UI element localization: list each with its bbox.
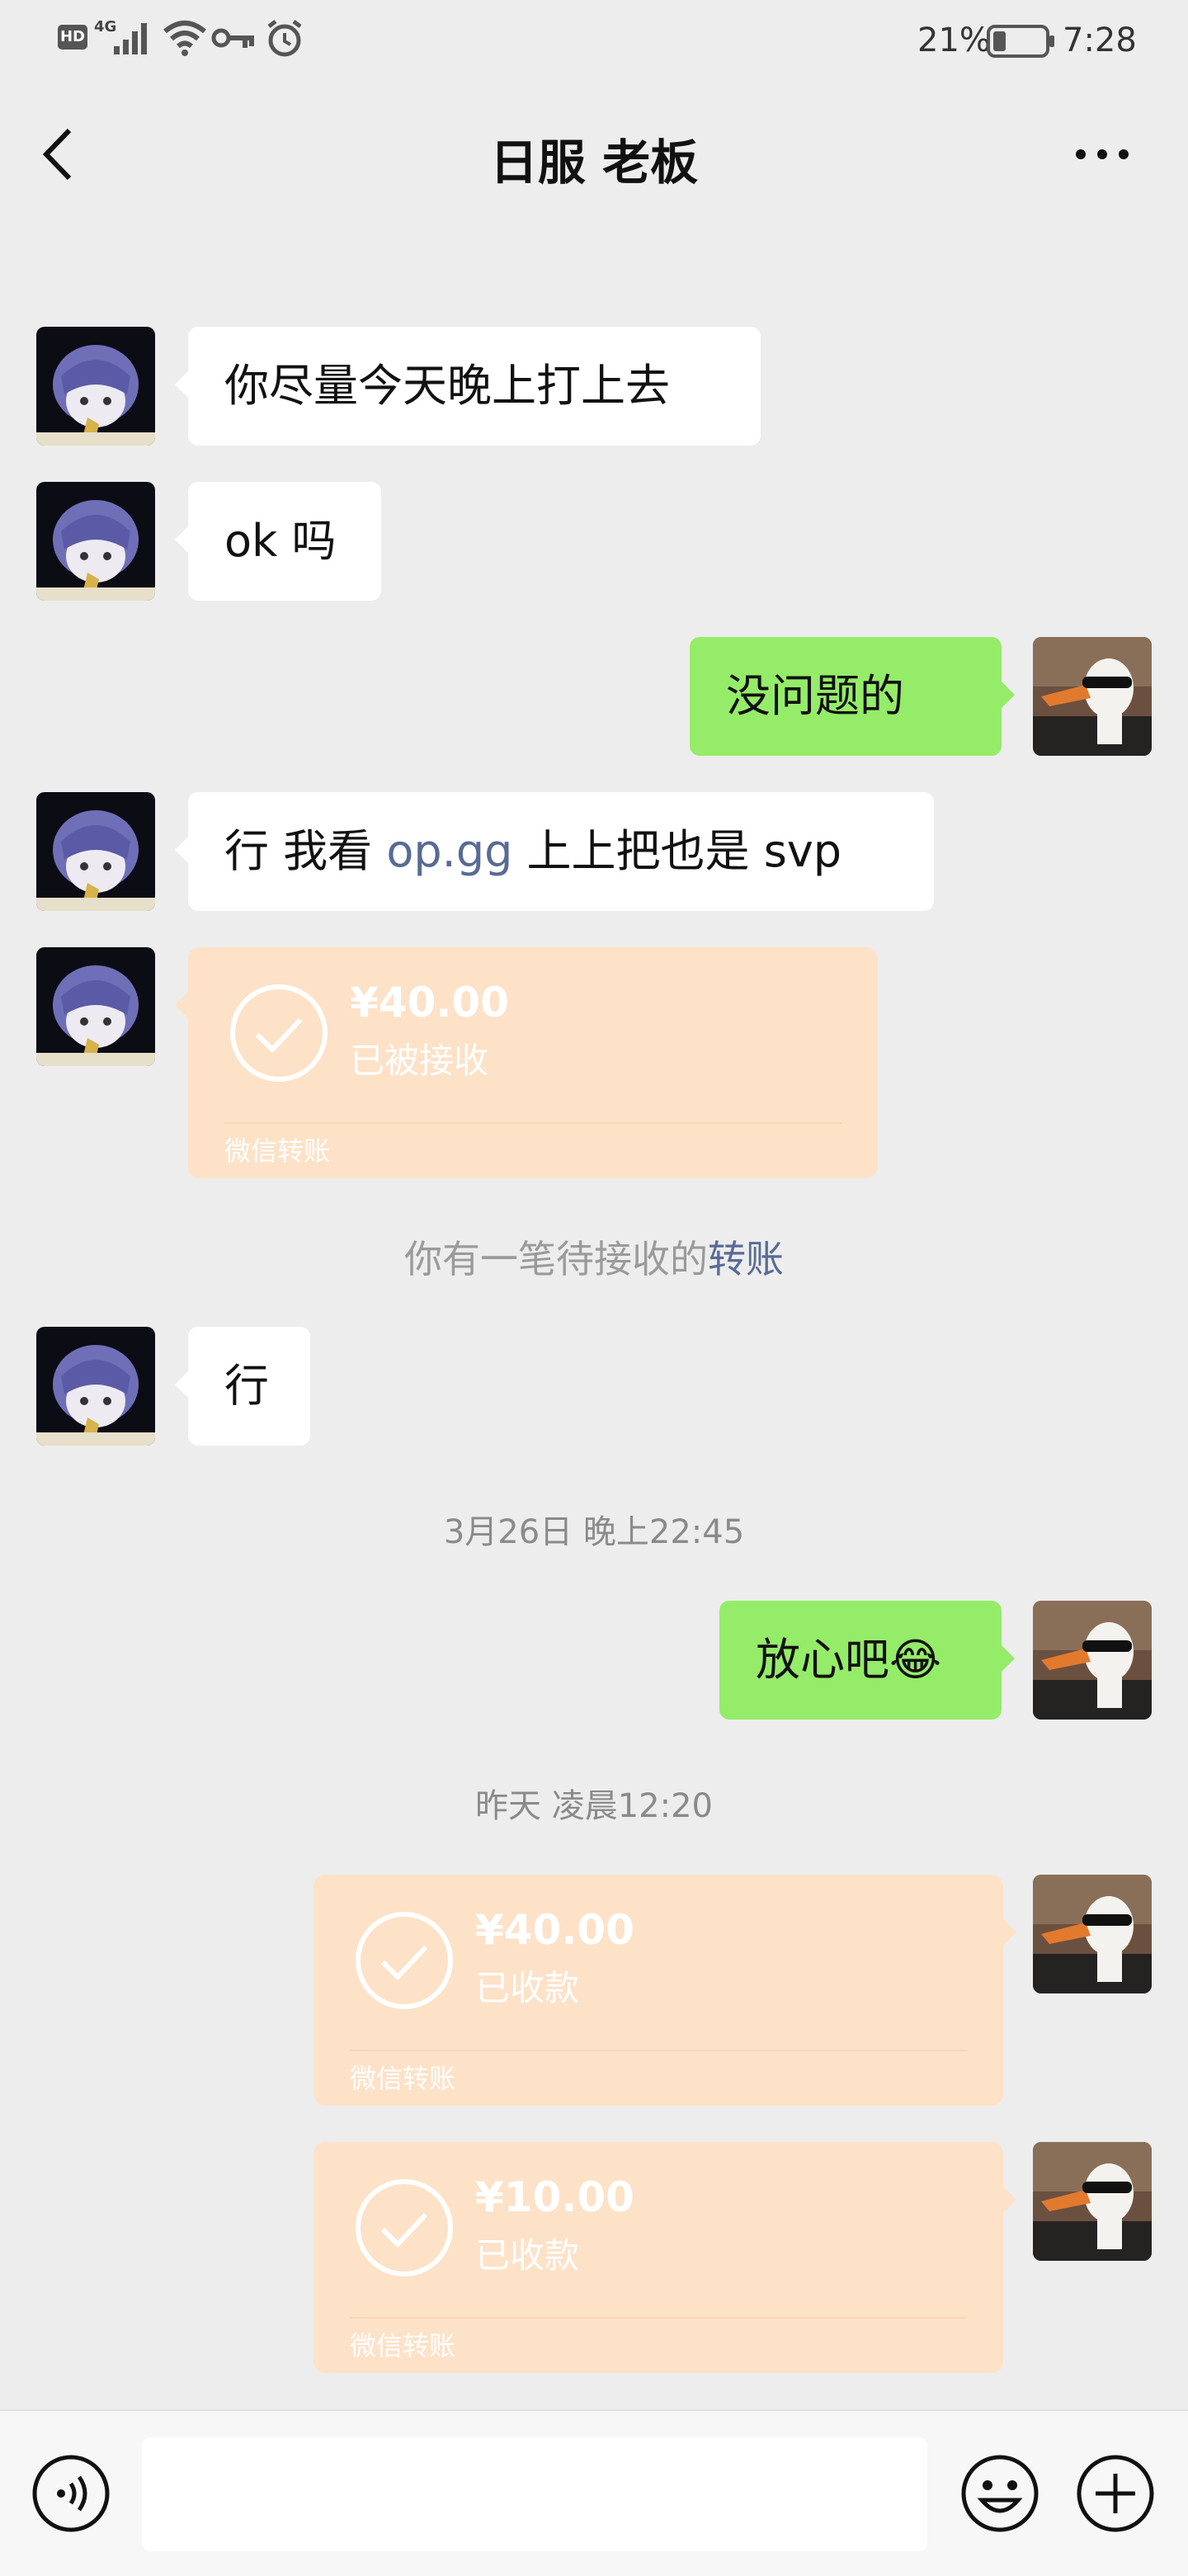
transfer-footer: 微信转账 <box>350 2063 456 2094</box>
emoji-icon[interactable] <box>959 2452 1041 2535</box>
message-bubble-self[interactable]: 没问题的 <box>690 637 1015 756</box>
message-bubble[interactable]: 你尽量今天晚上打上去 <box>175 327 761 446</box>
battery-percent: 21% <box>917 21 991 59</box>
chat-header: 日服 老板 <box>0 83 1188 227</box>
clock: 7:28 <box>1063 21 1137 59</box>
message-bubble[interactable]: 行 <box>175 1327 310 1446</box>
message-text: 你尽量今天晚上打上去 <box>224 360 670 412</box>
message-bubble-self[interactable]: 放心吧😂 <box>719 1601 1015 1720</box>
timestamp: 昨天 凌晨12:20 <box>475 1787 713 1825</box>
transfer-link[interactable]: 转账 <box>708 1237 784 1281</box>
duck-avatar-icon <box>1033 637 1152 756</box>
self-avatar[interactable] <box>1033 1601 1152 1720</box>
system-message: 你有一笔待接收的转账 <box>0 1229 1188 1284</box>
avatar[interactable] <box>36 327 155 446</box>
more-dots-icon[interactable] <box>1072 142 1132 167</box>
transfer-amount: ¥40.00 <box>350 979 509 1026</box>
avatar[interactable] <box>36 482 155 601</box>
input-bar <box>0 2409 1188 2576</box>
message-text: 没问题的 <box>726 670 904 722</box>
self-avatar[interactable] <box>1033 1875 1152 1993</box>
message-bubble[interactable]: ok 吗 <box>175 482 381 601</box>
page-title: 日服 老板 <box>489 134 699 191</box>
transfer-status: 已收款 <box>475 2235 580 2276</box>
wifi-icon <box>163 21 206 56</box>
system-message-text: 你有一笔待接收的 <box>404 1237 708 1281</box>
alarm-icon <box>267 20 302 57</box>
message-text: 行 <box>224 1360 269 1412</box>
self-avatar[interactable] <box>1033 2142 1152 2261</box>
battery-icon <box>987 25 1054 58</box>
duck-avatar-icon <box>1033 2142 1152 2261</box>
contact-avatar-icon <box>36 327 155 446</box>
avatar[interactable] <box>36 1327 155 1446</box>
check-circle-icon <box>356 2179 453 2276</box>
transfer-footer: 微信转账 <box>350 2330 456 2361</box>
duck-avatar-icon <box>1033 1601 1152 1720</box>
voice-icon[interactable] <box>30 2452 112 2535</box>
self-avatar[interactable] <box>1033 637 1152 756</box>
message-text: 上上把也是 svp <box>512 825 842 877</box>
transfer-amount: ¥10.00 <box>475 2173 634 2221</box>
laughing-emoji-icon: 😂 <box>889 1634 942 1686</box>
transfer-status: 已被接收 <box>350 1040 489 1081</box>
hd-icon: HD <box>58 25 87 50</box>
transfer-card-self[interactable]: ¥40.00 已收款 微信转账 <box>314 1875 1016 2106</box>
divider <box>350 2317 967 2319</box>
message-link[interactable]: op.gg <box>386 825 512 877</box>
transfer-status: 已收款 <box>475 1968 580 2008</box>
duck-avatar-icon <box>1033 1875 1152 1993</box>
check-circle-icon <box>230 984 328 1082</box>
divider <box>350 2050 967 2051</box>
status-bar: HD 4G 21% 7:28 <box>0 0 1188 83</box>
contact-avatar-icon <box>36 947 155 1066</box>
transfer-card-self[interactable]: ¥10.00 已收款 微信转账 <box>314 2142 1016 2373</box>
check-circle-icon <box>356 1912 453 2009</box>
timestamp: 3月26日 晚上22:45 <box>443 1513 745 1551</box>
contact-avatar-icon <box>36 482 155 601</box>
key-icon <box>211 28 254 48</box>
message-text: 行 我看 <box>224 825 387 877</box>
message-text: ok 吗 <box>224 515 337 567</box>
contact-avatar-icon <box>36 792 155 911</box>
message-text: 放心吧 <box>756 1634 889 1686</box>
plus-icon[interactable] <box>1074 2452 1157 2535</box>
transfer-card[interactable]: ¥40.00 已被接收 微信转账 <box>175 947 878 1178</box>
signal-icon <box>114 23 147 54</box>
contact-avatar-icon <box>36 1327 155 1446</box>
transfer-footer: 微信转账 <box>224 1135 331 1167</box>
message-input[interactable] <box>142 2437 927 2551</box>
divider <box>224 1122 842 1124</box>
transfer-amount: ¥40.00 <box>475 1906 634 1954</box>
avatar[interactable] <box>36 792 155 911</box>
message-bubble[interactable]: 行 我看 op.gg 上上把也是 svp <box>175 792 934 911</box>
avatar[interactable] <box>36 947 155 1066</box>
